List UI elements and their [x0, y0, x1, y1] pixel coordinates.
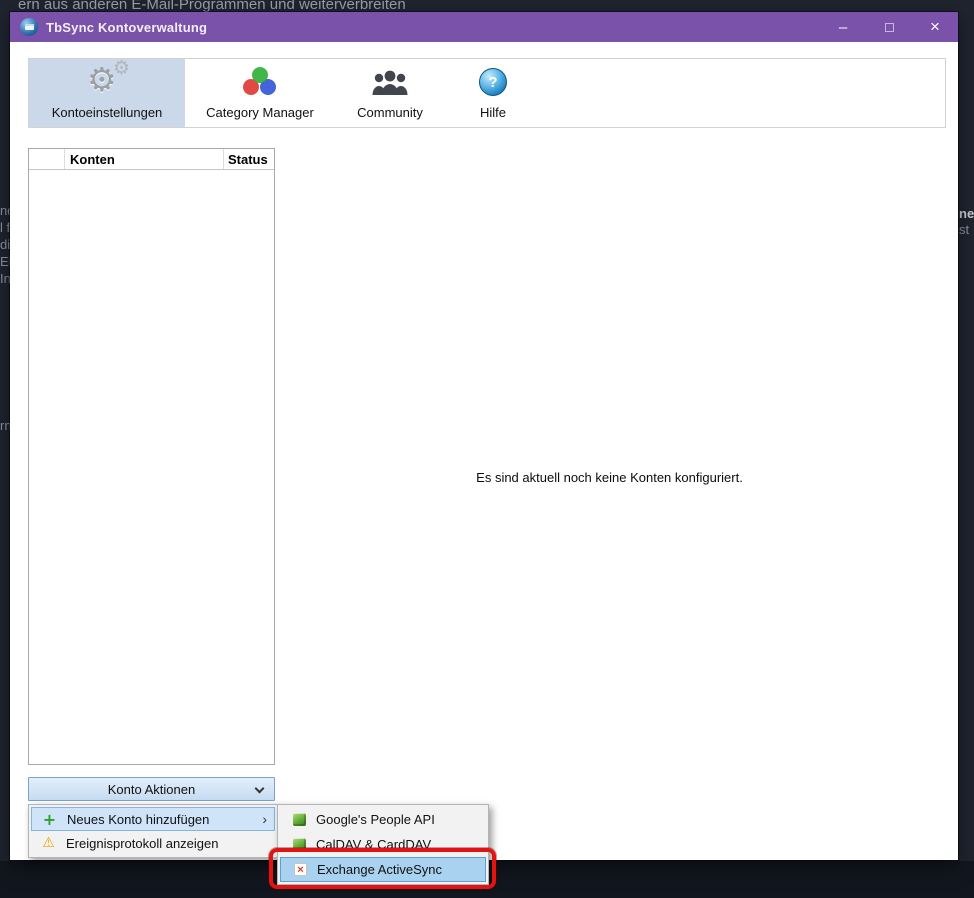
accounts-list[interactable]: Konten Status — [28, 148, 275, 765]
tab-label: Hilfe — [479, 105, 506, 120]
window-controls: – × — [820, 12, 958, 42]
menu-item-neues-konto-hinzufuegen[interactable]: + Neues Konto hinzufügen › — [31, 807, 275, 831]
column-status[interactable]: Status — [224, 152, 274, 167]
tab-kontoeinstellungen[interactable]: ⚙ ⚙ Kontoeinstellungen — [29, 57, 185, 127]
chevron-down-icon — [254, 783, 265, 794]
close-button[interactable]: × — [912, 12, 958, 42]
window-title: TbSync Kontoverwaltung — [46, 19, 208, 35]
category-manager-icon — [185, 59, 335, 105]
column-blank[interactable] — [29, 149, 65, 169]
provider-cube-icon — [293, 813, 306, 826]
konto-aktionen-label: Konto Aktionen — [107, 781, 196, 797]
background-fragment: di — [0, 237, 11, 252]
submenu-item-label: Google's People API — [316, 812, 435, 827]
menu-item-label: Neues Konto hinzufügen — [67, 811, 210, 827]
tab-label: Category Manager — [206, 105, 314, 120]
background-fragment: l f — [0, 220, 11, 235]
minimize-button[interactable]: – — [820, 12, 866, 42]
tab-label: Community — [357, 105, 423, 120]
menu-item-ereignisprotokoll-anzeigen[interactable]: ⚠ Ereignisprotokoll anzeigen — [31, 831, 275, 855]
konto-aktionen-button[interactable]: Konto Aktionen — [28, 777, 275, 801]
column-konten[interactable]: Konten — [65, 149, 224, 169]
accounts-list-body[interactable] — [29, 170, 274, 764]
warning-icon: ⚠ — [42, 835, 55, 851]
empty-message: Es sind aktuell noch keine Konten konfig… — [476, 470, 743, 485]
background-fragment: ne — [959, 206, 974, 221]
accounts-list-header: Konten Status — [29, 149, 274, 170]
maximize-icon — [884, 22, 894, 32]
menu-item-label: Ereignisprotokoll anzeigen — [66, 835, 219, 851]
maximize-button[interactable] — [866, 12, 912, 42]
window-body: ⚙ ⚙ Kontoeinstellungen Category Manager — [10, 42, 958, 860]
submenu-arrow-icon: › — [262, 811, 267, 827]
help-icon: ? — [445, 59, 541, 105]
tbsync-logo-icon — [20, 18, 38, 36]
submenu-item-google-people-api[interactable]: Google's People API — [280, 807, 486, 832]
people-icon — [335, 59, 445, 105]
tab-label: Kontoeinstellungen — [51, 105, 163, 120]
tbsync-window: TbSync Kontoverwaltung – × ⚙ ⚙ Kontoeins… — [10, 12, 958, 860]
titlebar[interactable]: TbSync Kontoverwaltung – × — [10, 12, 958, 42]
annotation-highlight-box — [269, 848, 496, 889]
background-fragment: st — [959, 222, 970, 237]
konto-aktionen-menu: + Neues Konto hinzufügen › ⚠ Ereignispro… — [28, 804, 278, 858]
tab-category-manager[interactable]: Category Manager — [185, 59, 335, 127]
tab-hilfe[interactable]: ? Hilfe — [445, 59, 541, 127]
gear-icon: ⚙ ⚙ — [87, 57, 130, 99]
toolbar: ⚙ ⚙ Kontoeinstellungen Category Manager — [28, 57, 946, 128]
tab-community[interactable]: Community — [335, 59, 445, 127]
add-icon: + — [42, 809, 57, 829]
